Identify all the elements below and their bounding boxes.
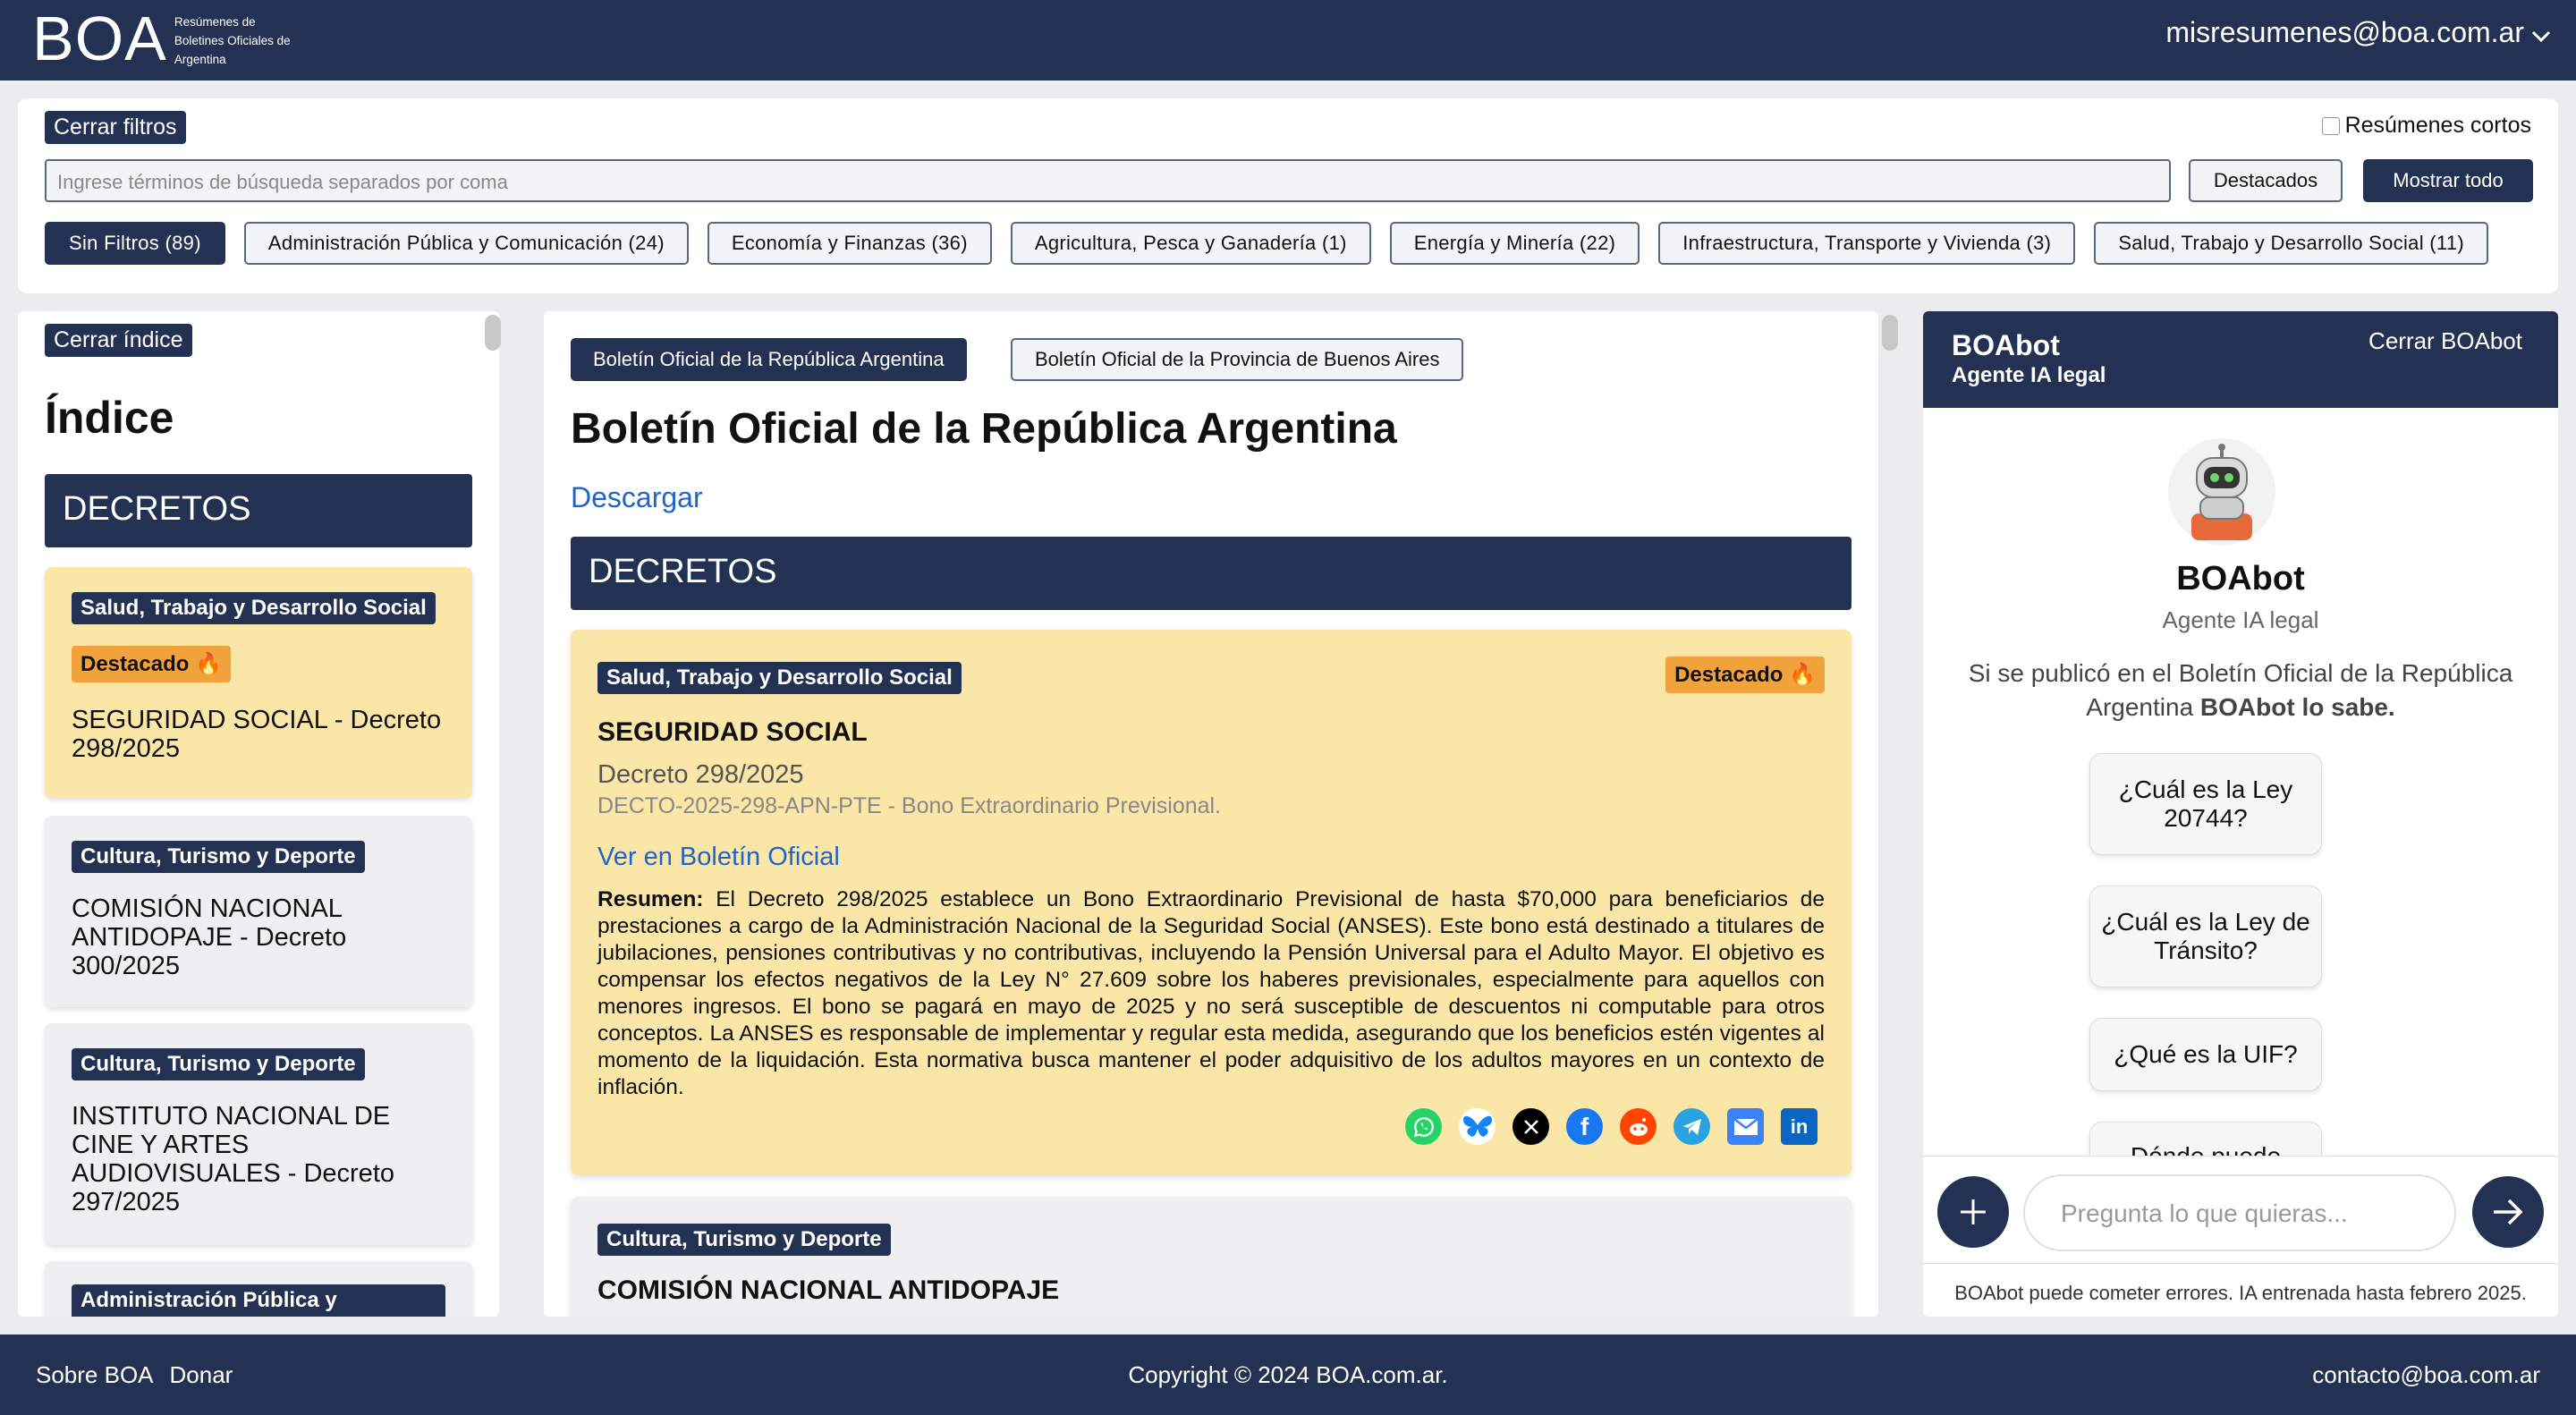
reddit-icon[interactable] xyxy=(1620,1108,1657,1145)
contact-email-link[interactable]: contacto@boa.com.ar xyxy=(2312,1361,2540,1389)
category-badge: Salud, Trabajo y Desarrollo Social xyxy=(72,592,436,624)
category-badge: Cultura, Turismo y Deporte xyxy=(72,1048,365,1080)
section-header: DECRETOS xyxy=(571,537,1852,610)
intro-bold: BOAbot lo sabe. xyxy=(2199,693,2395,721)
index-item[interactable]: Cultura, Turismo y Deporte COMISIÓN NACI… xyxy=(45,816,472,1007)
boabot-panel: BOAbot Agente IA legal Cerrar BOAbot BOA… xyxy=(1923,311,2558,1317)
chip-economia[interactable]: Economía y Finanzas (36) xyxy=(707,222,992,265)
category-badge: Administración Pública y xyxy=(72,1284,445,1317)
decree-summary: Resumen: El Decreto 298/2025 establece u… xyxy=(597,886,1825,1101)
chip-salud[interactable]: Salud, Trabajo y Desarrollo Social (11) xyxy=(2094,222,2489,265)
boabot-subtitle: Agente IA legal xyxy=(1952,363,2106,387)
chip-administracion[interactable]: Administración Pública y Comunicación (2… xyxy=(243,222,689,265)
index-scrollbar[interactable] xyxy=(485,315,501,351)
view-in-boletin-link[interactable]: Ver en Boletín Oficial xyxy=(597,843,840,872)
suggestion-button[interactable]: ¿Cuál es la Ley de Tránsito? xyxy=(2089,885,2322,987)
telegram-icon[interactable] xyxy=(1674,1108,1710,1145)
bluesky-icon[interactable] xyxy=(1459,1108,1496,1145)
download-link[interactable]: Descargar xyxy=(571,481,703,514)
logo[interactable]: BOA Resúmenes de Boletines Oficiales de … xyxy=(32,4,291,73)
summary-label: Resumen: xyxy=(597,887,704,911)
index-item[interactable]: Cultura, Turismo y Deporte INSTITUTO NAC… xyxy=(45,1023,472,1245)
search-input[interactable]: Ingrese términos de búsqueda separados p… xyxy=(45,159,2171,202)
filter-panel: Cerrar filtros Resúmenes cortos Ingrese … xyxy=(18,98,2558,293)
category-badge: Cultura, Turismo y Deporte xyxy=(72,841,365,873)
decree-number: Decreto 298/2025 xyxy=(597,760,804,789)
index-item[interactable]: Administración Pública y xyxy=(45,1261,472,1317)
chevron-down-icon xyxy=(2531,30,2551,42)
close-boabot-button[interactable]: Cerrar BOAbot xyxy=(2368,327,2522,355)
short-summaries-checkbox[interactable] xyxy=(2321,116,2340,135)
footer: Sobre BOA Donar Copyright © 2024 BOA.com… xyxy=(0,1335,2576,1415)
close-filters-button[interactable]: Cerrar filtros xyxy=(45,111,186,144)
category-badge: Cultura, Turismo y Deporte xyxy=(597,1224,891,1256)
main-scrollbar[interactable] xyxy=(1882,315,1898,351)
boabot-disclaimer: BOAbot puede cometer errores. IA entrena… xyxy=(1923,1263,2558,1317)
show-all-button[interactable]: Mostrar todo xyxy=(2363,159,2533,202)
boabot-role: Agente IA legal xyxy=(2162,606,2319,633)
chip-infraestructura[interactable]: Infraestructura, Transporte y Vivienda (… xyxy=(1658,222,2076,265)
plus-icon[interactable] xyxy=(1937,1176,2009,1248)
user-email: misresumenes@boa.com.ar xyxy=(2165,16,2524,48)
send-arrow-icon[interactable] xyxy=(2472,1176,2544,1248)
boabot-header: BOAbot Agente IA legal Cerrar BOAbot xyxy=(1923,311,2558,408)
suggestion-button[interactable]: ¿Cuál es la Ley 20744? xyxy=(2089,753,2322,855)
index-item-title: SEGURIDAD SOCIAL - Decreto 298/2025 xyxy=(72,706,442,763)
decree-card: Cultura, Turismo y Deporte COMISIÓN NACI… xyxy=(571,1197,1852,1317)
index-item-title: COMISIÓN NACIONAL ANTIDOPAJE - Decreto 3… xyxy=(72,894,347,980)
linkedin-icon[interactable]: in xyxy=(1781,1108,1818,1145)
tab-boletin-nacional[interactable]: Boletín Oficial de la República Argentin… xyxy=(571,338,967,381)
close-index-button[interactable]: Cerrar índice xyxy=(45,324,192,357)
whatsapp-icon[interactable] xyxy=(1405,1108,1442,1145)
decree-title: SEGURIDAD SOCIAL xyxy=(597,717,868,747)
user-menu[interactable]: misresumenes@boa.com.ar xyxy=(2165,16,2551,49)
logo-subtitle: Resúmenes de Boletines Oficiales de Arge… xyxy=(174,14,291,66)
index-section-header[interactable]: DECRETOS xyxy=(45,474,472,547)
copyright: Copyright © 2024 BOA.com.ar. xyxy=(1128,1361,1448,1388)
logo-text: BOA xyxy=(32,4,167,73)
decree-card: Salud, Trabajo y Desarrollo Social Desta… xyxy=(571,630,1852,1175)
chip-sin-filtros[interactable]: Sin Filtros (89) xyxy=(45,222,225,265)
share-bar: f in xyxy=(1405,1108,1818,1145)
boabot-intro: Si se publicó en el Boletín Oficial de l… xyxy=(1950,657,2531,724)
index-item-title: INSTITUTO NACIONAL DE CINE Y ARTES AUDIO… xyxy=(72,1102,394,1216)
boabot-name: BOAbot xyxy=(1952,329,2060,361)
category-badge: Salud, Trabajo y Desarrollo Social xyxy=(597,662,962,694)
destacados-button[interactable]: Destacados xyxy=(2189,159,2343,202)
decree-code: DECTO-2025-298-APN-PTE - Bono Extraordin… xyxy=(597,793,1222,818)
index-sidebar: Cerrar índice Índice DECRETOS Salud, Tra… xyxy=(18,311,499,1317)
page-title: Boletín Oficial de la República Argentin… xyxy=(571,405,1397,453)
top-bar: BOA Resúmenes de Boletines Oficiales de … xyxy=(0,0,2576,80)
boabot-title: BOAbot xyxy=(2176,560,2305,597)
short-summaries-toggle[interactable]: Resúmenes cortos xyxy=(2321,113,2531,139)
destacado-badge: Destacado 🔥 xyxy=(72,646,231,682)
index-title: Índice xyxy=(45,393,174,443)
short-summaries-label: Resúmenes cortos xyxy=(2344,113,2531,138)
facebook-icon[interactable]: f xyxy=(1566,1108,1603,1145)
suggestion-button[interactable]: ¿Qué es la UIF? xyxy=(2089,1018,2322,1091)
destacado-badge: Destacado 🔥 xyxy=(1665,657,1825,693)
tab-boletin-buenos-aires[interactable]: Boletín Oficial de la Provincia de Bueno… xyxy=(1011,338,1464,381)
summary-text: El Decreto 298/2025 establece un Bono Ex… xyxy=(597,887,1825,1099)
decree-title: COMISIÓN NACIONAL ANTIDOPAJE xyxy=(597,1275,1060,1305)
x-icon[interactable] xyxy=(1513,1108,1549,1145)
chat-input-bar: Pregunta lo que quieras... xyxy=(1923,1156,2558,1263)
chip-energia[interactable]: Energía y Minería (22) xyxy=(1389,222,1640,265)
chat-input[interactable]: Pregunta lo que quieras... xyxy=(2023,1174,2456,1251)
main-content: Boletín Oficial de la República Argentin… xyxy=(544,311,1878,1317)
email-icon[interactable] xyxy=(1727,1108,1764,1145)
index-item[interactable]: Salud, Trabajo y Desarrollo Social Desta… xyxy=(45,567,472,798)
chip-agricultura[interactable]: Agricultura, Pesca y Ganadería (1) xyxy=(1010,222,1371,265)
robot-avatar-icon xyxy=(2168,438,2275,546)
category-chips: Sin Filtros (89) Administración Pública … xyxy=(45,222,2489,265)
